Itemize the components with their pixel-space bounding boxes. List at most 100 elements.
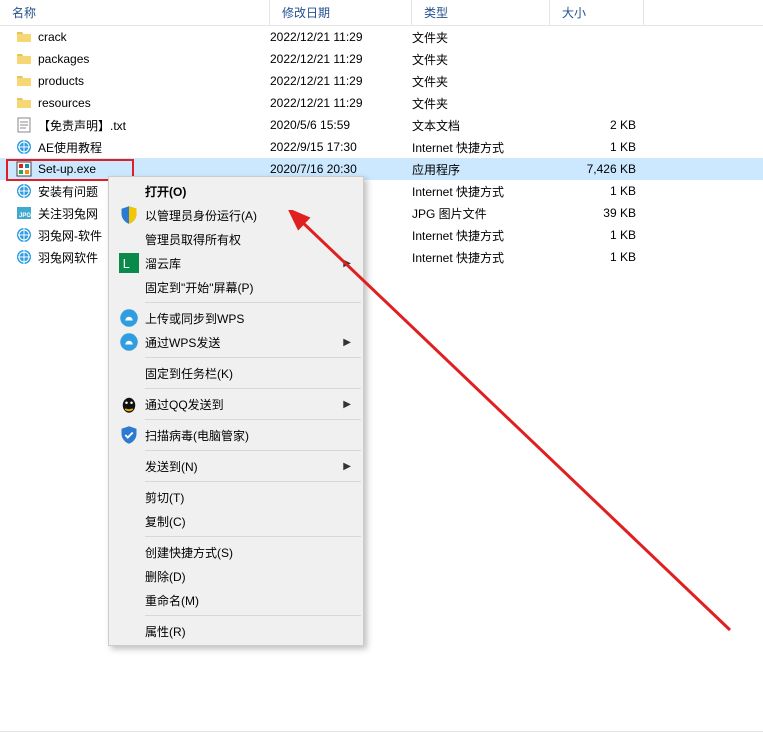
folder-icon xyxy=(16,51,32,67)
menu-item-label: 删除(D) xyxy=(145,568,361,585)
file-size: 39 KB xyxy=(550,206,644,220)
file-name: 羽兔网-软件 xyxy=(38,227,102,244)
column-header-size[interactable]: 大小 xyxy=(550,0,644,25)
file-row[interactable]: AE使用教程2022/9/15 17:30Internet 快捷方式1 KB xyxy=(0,136,763,158)
submenu-arrow-icon: ▶ xyxy=(343,258,351,269)
menu-separator xyxy=(145,388,361,389)
menu-item[interactable]: 固定到任务栏(K) xyxy=(111,361,361,385)
qq-icon xyxy=(119,394,139,414)
file-type: 文件夹 xyxy=(412,29,550,46)
blank-icon xyxy=(119,363,139,383)
menu-item[interactable]: 通过QQ发送到▶ xyxy=(111,392,361,416)
file-name: 羽兔网软件 xyxy=(38,249,98,266)
file-name-cell: 【免责声明】.txt xyxy=(16,117,270,134)
file-explorer-view: 名称 修改日期 类型 大小 crack2022/12/21 11:29文件夹pa… xyxy=(0,0,763,732)
menu-item-label: 扫描病毒(电脑管家) xyxy=(145,427,361,444)
wps-icon xyxy=(119,308,139,328)
menu-item[interactable]: 复制(C) xyxy=(111,509,361,533)
file-name: packages xyxy=(38,52,89,66)
file-row[interactable]: products 2022/12/21 11:29文件夹 xyxy=(0,70,763,92)
menu-item[interactable]: 创建快捷方式(S) xyxy=(111,540,361,564)
file-row[interactable]: 【免责声明】.txt2020/5/6 15:59文本文档2 KB xyxy=(0,114,763,136)
blank-icon xyxy=(119,621,139,641)
file-row[interactable]: resources 2022/12/21 11:29文件夹 xyxy=(0,92,763,114)
menu-item[interactable]: 以管理员身份运行(A) xyxy=(111,203,361,227)
menu-item[interactable]: 重命名(M) xyxy=(111,588,361,612)
file-type: 文件夹 xyxy=(412,73,550,90)
column-header-date[interactable]: 修改日期 xyxy=(270,0,412,25)
menu-item-label: 重命名(M) xyxy=(145,592,361,609)
file-row[interactable]: crack2022/12/21 11:29文件夹 xyxy=(0,26,763,48)
column-header-name[interactable]: 名称 xyxy=(0,0,270,25)
blank-icon xyxy=(119,566,139,586)
file-name: Set-up.exe xyxy=(38,162,96,176)
file-name: 关注羽兔网 xyxy=(38,205,98,222)
url-icon xyxy=(16,183,32,199)
file-date: 2020/7/16 20:30 xyxy=(270,162,412,176)
menu-item[interactable]: 管理员取得所有权 xyxy=(111,227,361,251)
blank-icon xyxy=(119,181,139,201)
menu-item[interactable]: 固定到"开始"屏幕(P) xyxy=(111,275,361,299)
file-date: 2020/5/6 15:59 xyxy=(270,118,412,132)
menu-item-label: 属性(R) xyxy=(145,623,361,640)
file-type: Internet 快捷方式 xyxy=(412,139,550,156)
folder-icon xyxy=(16,73,32,89)
file-type: Internet 快捷方式 xyxy=(412,227,550,244)
menu-item-label: 复制(C) xyxy=(145,513,361,530)
menu-item-label: 发送到(N) xyxy=(145,458,361,475)
shield-icon xyxy=(119,205,139,225)
menu-item-label: 剪切(T) xyxy=(145,489,361,506)
file-name-cell: products xyxy=(16,73,270,89)
blank-icon xyxy=(119,277,139,297)
file-name-cell: Set-up.exe xyxy=(16,161,270,177)
file-size: 1 KB xyxy=(550,250,644,264)
context-menu: 打开(O) 以管理员身份运行(A) 管理员取得所有权L溜云库▶固定到"开始"屏幕(P… xyxy=(108,176,364,646)
file-size: 1 KB xyxy=(550,140,644,154)
file-type: JPG 图片文件 xyxy=(412,205,550,222)
menu-item-label: 通过WPS发送 xyxy=(145,334,361,351)
svg-text:L: L xyxy=(123,257,130,271)
menu-item[interactable]: 通过WPS发送▶ xyxy=(111,330,361,354)
file-size: 2 KB xyxy=(550,118,644,132)
file-name-cell: crack xyxy=(16,29,270,45)
submenu-arrow-icon: ▶ xyxy=(343,461,351,472)
column-header-type[interactable]: 类型 xyxy=(412,0,550,25)
menu-item-label: 通过QQ发送到 xyxy=(145,396,361,413)
menu-separator xyxy=(145,450,361,451)
exe-icon xyxy=(16,161,32,177)
file-type: 文件夹 xyxy=(412,51,550,68)
file-date: 2022/12/21 11:29 xyxy=(270,96,412,110)
menu-item[interactable]: 剪切(T) xyxy=(111,485,361,509)
file-name-cell: packages xyxy=(16,51,270,67)
file-name: products xyxy=(38,74,84,88)
jpg-icon: JPG xyxy=(16,205,32,221)
file-name: 安装有问题 xyxy=(38,183,98,200)
file-type: 文件夹 xyxy=(412,95,550,112)
file-name: resources xyxy=(38,96,91,110)
menu-item-label: 固定到任务栏(K) xyxy=(145,365,361,382)
submenu-arrow-icon: ▶ xyxy=(343,337,351,348)
menu-item-label: 上传或同步到WPS xyxy=(145,310,361,327)
file-row[interactable]: packages2022/12/21 11:29文件夹 xyxy=(0,48,763,70)
menu-separator xyxy=(145,536,361,537)
menu-item[interactable]: L溜云库▶ xyxy=(111,251,361,275)
menu-separator xyxy=(145,357,361,358)
menu-item-label: 以管理员身份运行(A) xyxy=(145,207,361,224)
menu-item[interactable]: 删除(D) xyxy=(111,564,361,588)
menu-item[interactable]: 扫描病毒(电脑管家) xyxy=(111,423,361,447)
file-type: Internet 快捷方式 xyxy=(412,183,550,200)
blank-icon xyxy=(119,542,139,562)
blank-icon xyxy=(119,511,139,531)
svg-text:JPG: JPG xyxy=(19,213,31,219)
guanjia-icon xyxy=(119,425,139,445)
file-date: 2022/12/21 11:29 xyxy=(270,74,412,88)
menu-item[interactable]: 发送到(N)▶ xyxy=(111,454,361,478)
menu-item[interactable]: 打开(O) xyxy=(111,179,361,203)
url-icon xyxy=(16,249,32,265)
menu-item[interactable]: 上传或同步到WPS xyxy=(111,306,361,330)
url-icon xyxy=(16,227,32,243)
menu-separator xyxy=(145,615,361,616)
folder-icon xyxy=(16,29,32,45)
file-type: 应用程序 xyxy=(412,161,550,178)
menu-item[interactable]: 属性(R) xyxy=(111,619,361,643)
